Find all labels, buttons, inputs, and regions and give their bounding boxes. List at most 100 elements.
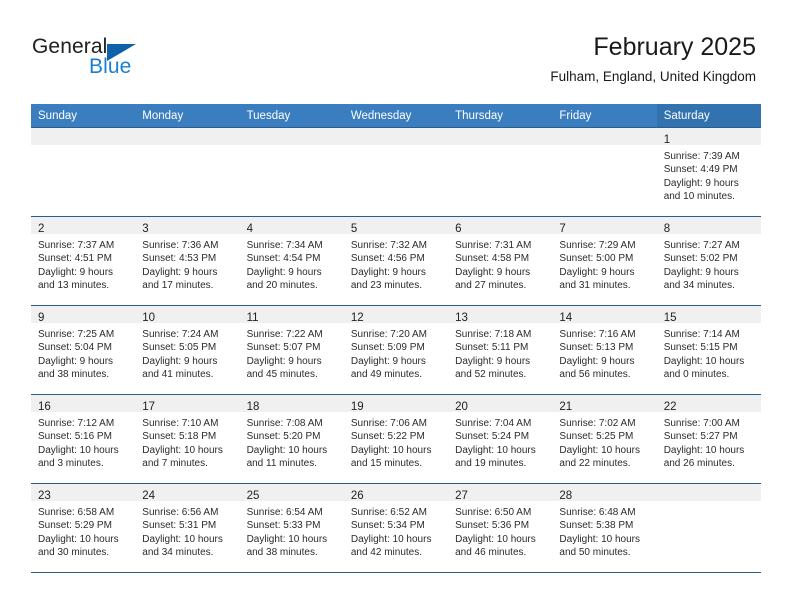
daylight-text-line2: and 26 minutes. [663,458,735,470]
daylight-text-line1: Daylight: 9 hours [142,355,218,367]
daylight-text-line2: and 31 minutes. [559,280,631,292]
day-number: 5 [350,223,358,235]
sunrise-text: Sunrise: 7:36 AM [142,240,219,251]
sunrise-text: Sunrise: 7:16 AM [559,329,636,340]
day-cell[interactable]: 11 Sunrise: 7:22 AM Sunset: 5:07 PM Dayl… [239,305,344,395]
sunrise-text: Sunrise: 6:48 AM [559,507,636,518]
daylight-text-line2: and 42 minutes. [350,547,423,559]
day-cell[interactable]: 26 Sunrise: 6:52 AM Sunset: 5:34 PM Dayl… [343,483,449,573]
weekday-header-wednesday: Wednesday [343,104,449,128]
day-number: 7 [559,223,566,235]
daylight-text-line1: Daylight: 9 hours [350,355,426,367]
daylight-text-line1: Daylight: 9 hours [246,355,322,367]
weekday-header-saturday: Saturday [656,104,761,128]
day-cell[interactable]: 16 Sunrise: 7:12 AM Sunset: 5:16 PM Dayl… [31,394,136,484]
sunset-text: Sunset: 4:54 PM [246,253,321,265]
daylight-text-line2: and 34 minutes. [142,547,214,559]
daylight-text-line1: Daylight: 10 hours [559,533,641,545]
day-cell[interactable]: 1 Sunrise: 7:39 AM Sunset: 4:49 PM Dayli… [656,127,761,217]
sunset-text: Sunset: 5:07 PM [246,342,321,354]
sunset-text: Sunset: 5:33 PM [246,520,321,532]
day-cell[interactable]: 21 Sunrise: 7:02 AM Sunset: 5:25 PM Dayl… [552,394,657,484]
sunset-text: Sunset: 4:56 PM [350,253,425,265]
day-cell[interactable]: 3 Sunrise: 7:36 AM Sunset: 4:53 PM Dayli… [135,216,240,306]
daylight-text-line2: and 22 minutes. [559,458,631,470]
day-cell[interactable] [239,127,344,217]
day-cell[interactable]: 18 Sunrise: 7:08 AM Sunset: 5:20 PM Dayl… [239,394,344,484]
day-number: 6 [455,223,462,235]
sunrise-text: Sunrise: 7:34 AM [246,240,323,251]
day-number: 14 [559,312,573,324]
sunrise-text: Sunrise: 6:52 AM [350,507,427,518]
sunset-text: Sunset: 5:18 PM [142,431,217,443]
calendar-weekday-header-row: Sunday Monday Tuesday Wednesday Thursday… [31,104,761,128]
daylight-text-line1: Daylight: 10 hours [142,444,223,456]
day-cell[interactable] [31,127,136,217]
day-number: 10 [142,312,156,324]
sunrise-text: Sunrise: 7:04 AM [455,418,532,429]
sunrise-text: Sunrise: 7:18 AM [455,329,532,340]
day-number: 26 [350,490,364,502]
day-cell[interactable]: 22 Sunrise: 7:00 AM Sunset: 5:27 PM Dayl… [656,394,761,484]
day-cell[interactable]: 10 Sunrise: 7:24 AM Sunset: 5:05 PM Dayl… [135,305,240,395]
day-cell[interactable] [343,127,449,217]
daylight-text-line1: Daylight: 9 hours [559,266,635,278]
calendar-week-row: 23 Sunrise: 6:58 AM Sunset: 5:29 PM Dayl… [31,483,761,573]
day-cell[interactable]: 15 Sunrise: 7:14 AM Sunset: 5:15 PM Dayl… [656,305,761,395]
day-cell[interactable]: 9 Sunrise: 7:25 AM Sunset: 5:04 PM Dayli… [31,305,136,395]
day-number: 1 [663,134,671,146]
sunrise-text: Sunrise: 7:31 AM [455,240,532,251]
daylight-text-line1: Daylight: 10 hours [38,533,119,545]
sunset-text: Sunset: 5:09 PM [350,342,425,354]
day-cell[interactable]: 6 Sunrise: 7:31 AM Sunset: 4:58 PM Dayli… [448,216,553,306]
sunset-text: Sunset: 5:38 PM [559,520,634,532]
sunrise-text: Sunrise: 6:54 AM [246,507,323,518]
brand-logo[interactable]: General Blue [32,36,192,84]
day-cell[interactable]: 17 Sunrise: 7:10 AM Sunset: 5:18 PM Dayl… [135,394,240,484]
day-number: 2 [38,223,45,235]
sunrise-text: Sunrise: 7:12 AM [38,418,115,429]
day-cell[interactable]: 4 Sunrise: 7:34 AM Sunset: 4:54 PM Dayli… [239,216,344,306]
day-number: 9 [38,312,45,324]
day-cell[interactable]: 5 Sunrise: 7:32 AM Sunset: 4:56 PM Dayli… [343,216,449,306]
day-cell[interactable]: 2 Sunrise: 7:37 AM Sunset: 4:51 PM Dayli… [31,216,136,306]
daylight-text-line2: and 20 minutes. [246,280,318,292]
calendar-grid: Sunday Monday Tuesday Wednesday Thursday… [31,104,761,573]
daylight-text-line1: Daylight: 10 hours [663,355,745,367]
day-cell[interactable] [552,127,657,217]
day-cell[interactable]: 7 Sunrise: 7:29 AM Sunset: 5:00 PM Dayli… [552,216,657,306]
sunrise-text: Sunrise: 7:25 AM [38,329,115,340]
day-cell[interactable]: 28 Sunrise: 6:48 AM Sunset: 5:38 PM Dayl… [552,483,657,573]
sunset-text: Sunset: 5:05 PM [142,342,217,354]
day-cell[interactable]: 23 Sunrise: 6:58 AM Sunset: 5:29 PM Dayl… [31,483,136,573]
calendar-page: General Blue February 2025 Fulham, Engla… [0,0,792,612]
day-cell[interactable] [448,127,553,217]
day-cell[interactable]: 27 Sunrise: 6:50 AM Sunset: 5:36 PM Dayl… [448,483,553,573]
sunrise-text: Sunrise: 7:39 AM [663,151,740,162]
daylight-text-line1: Daylight: 10 hours [559,444,641,456]
daylight-text-line1: Daylight: 10 hours [246,444,328,456]
day-cell[interactable]: 25 Sunrise: 6:54 AM Sunset: 5:33 PM Dayl… [239,483,344,573]
sunset-text: Sunset: 4:51 PM [38,253,112,265]
sunrise-text: Sunrise: 7:14 AM [663,329,740,340]
sunrise-text: Sunrise: 7:20 AM [350,329,427,340]
daylight-text-line1: Daylight: 9 hours [455,266,531,278]
day-cell[interactable] [656,483,761,573]
day-cell[interactable]: 12 Sunrise: 7:20 AM Sunset: 5:09 PM Dayl… [343,305,449,395]
day-number: 13 [455,312,468,324]
day-number: 28 [559,490,573,502]
day-cell[interactable]: 20 Sunrise: 7:04 AM Sunset: 5:24 PM Dayl… [448,394,553,484]
day-cell[interactable]: 8 Sunrise: 7:27 AM Sunset: 5:02 PM Dayli… [656,216,761,306]
brand-name-blue: Blue [89,55,132,78]
sunrise-text: Sunrise: 7:02 AM [559,418,636,429]
daylight-text-line2: and 49 minutes. [350,369,423,381]
day-cell[interactable] [135,127,240,217]
daylight-text-line2: and 56 minutes. [559,369,631,381]
daylight-text-line2: and 15 minutes. [350,458,423,470]
sunset-text: Sunset: 5:36 PM [455,520,530,532]
day-cell[interactable]: 13 Sunrise: 7:18 AM Sunset: 5:11 PM Dayl… [448,305,553,395]
day-cell[interactable]: 14 Sunrise: 7:16 AM Sunset: 5:13 PM Dayl… [552,305,657,395]
day-cell[interactable]: 24 Sunrise: 6:56 AM Sunset: 5:31 PM Dayl… [135,483,240,573]
day-number: 8 [663,223,671,235]
day-cell[interactable]: 19 Sunrise: 7:06 AM Sunset: 5:22 PM Dayl… [343,394,449,484]
